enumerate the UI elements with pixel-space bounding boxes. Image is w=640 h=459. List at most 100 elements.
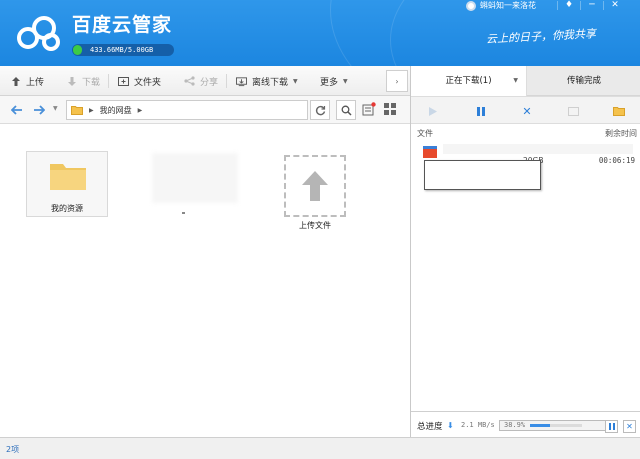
new-folder-button[interactable]: 文件夹 xyxy=(118,66,161,96)
tab-downloading[interactable]: 正在下载(1) ▼ xyxy=(411,66,527,96)
new-folder-icon xyxy=(118,76,129,87)
pause-all-button[interactable] xyxy=(605,420,618,433)
transfer-panel: 正在下载(1) ▼ 传输完成 ✕ 文件 剩余时间 20GB 00:06:19 xyxy=(410,66,640,437)
close-icon: ✕ xyxy=(626,422,633,431)
folder-icon xyxy=(613,107,625,116)
chevron-right-icon: › xyxy=(395,76,399,86)
collapse-panel-button[interactable]: › xyxy=(386,70,408,92)
pause-icon xyxy=(608,423,615,430)
breadcrumb[interactable]: ▶ 我的网盘 ▶ xyxy=(66,100,308,120)
upload-button[interactable]: 上传 xyxy=(10,66,44,96)
folder-icon xyxy=(71,106,83,115)
cancel-all-button[interactable]: ✕ xyxy=(623,420,636,433)
baidu-cloud-logo-icon xyxy=(17,16,60,51)
start-button[interactable] xyxy=(423,101,443,121)
more-label: 更多 xyxy=(320,77,339,88)
open-folder-button[interactable] xyxy=(609,101,629,121)
transfer-list-header: 文件 剩余时间 xyxy=(411,124,640,142)
upload-arrow-icon xyxy=(302,171,328,201)
main-toolbar: 上传 下载 文件夹 分享 离线下载 ▼ 更多 ▼ › xyxy=(0,66,410,96)
forward-button[interactable] xyxy=(30,101,48,119)
pause-button[interactable] xyxy=(471,101,491,121)
quota-bar: 433.66MB/5.00GB xyxy=(72,44,174,56)
folder-item[interactable]: 我的资源 xyxy=(26,151,108,217)
download-arrow-icon: ⬇ xyxy=(447,421,454,430)
file-grid: 我的资源 上传文件 xyxy=(0,125,410,437)
username: 蝌蚪知一来洛花 xyxy=(480,1,536,10)
remaining-time: 00:06:19 xyxy=(598,156,635,165)
total-progress-bar: 总进度 ⬇ 2.1 MB/s 38.9% ✕ xyxy=(411,411,640,437)
app-header: 百度云管家 433.66MB/5.00GB 蝌蚪知一来洛花 ♦ ─ ✕ 云上的日… xyxy=(0,0,640,66)
tab-completed[interactable]: 传输完成 xyxy=(527,66,640,96)
upload-file-label: 上传文件 xyxy=(299,221,331,230)
column-file: 文件 xyxy=(417,129,433,138)
divider xyxy=(603,1,604,10)
grid-view-icon xyxy=(384,103,396,115)
download-arrow-icon xyxy=(66,76,77,87)
folder-name: 我的资源 xyxy=(51,204,83,213)
more-button[interactable]: 更多 ▼ xyxy=(320,66,348,96)
upload-arrow-icon xyxy=(10,76,21,87)
divider xyxy=(557,1,558,10)
divider xyxy=(580,1,581,10)
status-bar: 2项 xyxy=(0,437,640,459)
user-menu[interactable]: 蝌蚪知一来洛花 xyxy=(466,0,536,12)
pause-icon xyxy=(477,106,485,116)
chevron-down-icon: ▼ xyxy=(293,77,298,85)
close-icon[interactable]: ✕ xyxy=(607,0,623,10)
divider xyxy=(226,74,227,88)
clear-list-icon xyxy=(567,106,579,116)
search-button[interactable] xyxy=(336,100,356,120)
grid-view-button[interactable] xyxy=(384,103,398,117)
share-button[interactable]: 分享 xyxy=(184,66,218,96)
offline-download-button[interactable]: 离线下载 ▼ xyxy=(236,66,298,96)
arrow-left-icon xyxy=(11,105,22,115)
offline-download-icon xyxy=(236,76,247,87)
list-view-icon xyxy=(362,102,376,116)
navigation-bar: ▼ ▶ 我的网盘 ▶ xyxy=(0,96,410,124)
transfer-tabs: 正在下载(1) ▼ 传输完成 xyxy=(411,66,640,96)
progress-fill xyxy=(530,424,551,427)
offline-download-label: 离线下载 xyxy=(252,77,289,88)
menu-dropdown-icon[interactable]: ♦ xyxy=(561,0,577,10)
progress-percent: 38.9% xyxy=(504,421,526,429)
history-dropdown-icon[interactable]: ▼ xyxy=(53,105,58,112)
chevron-down-icon: ▼ xyxy=(343,77,348,85)
blurred-file-label xyxy=(182,212,185,214)
back-button[interactable] xyxy=(8,101,26,119)
arrow-right-icon xyxy=(34,105,45,115)
chevron-down-icon[interactable]: ▼ xyxy=(513,66,518,96)
tooltip-popup xyxy=(424,160,541,190)
new-folder-label: 文件夹 xyxy=(134,77,162,88)
tab-downloading-label: 正在下载(1) xyxy=(445,76,492,86)
minimize-icon[interactable]: ─ xyxy=(584,0,600,10)
upload-file-tile[interactable] xyxy=(284,155,346,217)
breadcrumb-root[interactable]: 我的网盘 xyxy=(100,105,132,116)
play-icon xyxy=(429,106,437,116)
file-name-blurred xyxy=(443,144,633,154)
sort-view-button[interactable] xyxy=(362,102,376,116)
breadcrumb-separator-icon: ▶ xyxy=(137,106,143,114)
download-speed: 2.1 MB/s xyxy=(461,421,495,429)
share-label: 分享 xyxy=(200,77,219,88)
search-icon xyxy=(341,105,352,116)
download-button[interactable]: 下载 xyxy=(66,66,100,96)
refresh-button[interactable] xyxy=(310,100,330,120)
app-title: 百度云管家 xyxy=(72,14,173,36)
delete-button[interactable]: ✕ xyxy=(517,101,537,121)
quota-fill xyxy=(73,45,82,55)
download-label: 下载 xyxy=(82,77,101,88)
folder-icon xyxy=(50,164,86,190)
close-icon: ✕ xyxy=(522,104,532,118)
transfer-actions: ✕ xyxy=(411,96,640,124)
progress-indicator: 38.9% xyxy=(499,420,609,431)
avatar xyxy=(466,1,476,11)
clear-button[interactable] xyxy=(563,101,583,121)
breadcrumb-separator-icon: ▶ xyxy=(89,106,94,114)
column-remaining: 剩余时间 xyxy=(605,129,637,138)
tab-completed-label: 传输完成 xyxy=(566,76,601,86)
file-type-icon xyxy=(423,146,437,158)
blurred-file-item[interactable] xyxy=(152,153,238,203)
share-icon xyxy=(184,76,195,87)
upload-label: 上传 xyxy=(26,77,45,88)
